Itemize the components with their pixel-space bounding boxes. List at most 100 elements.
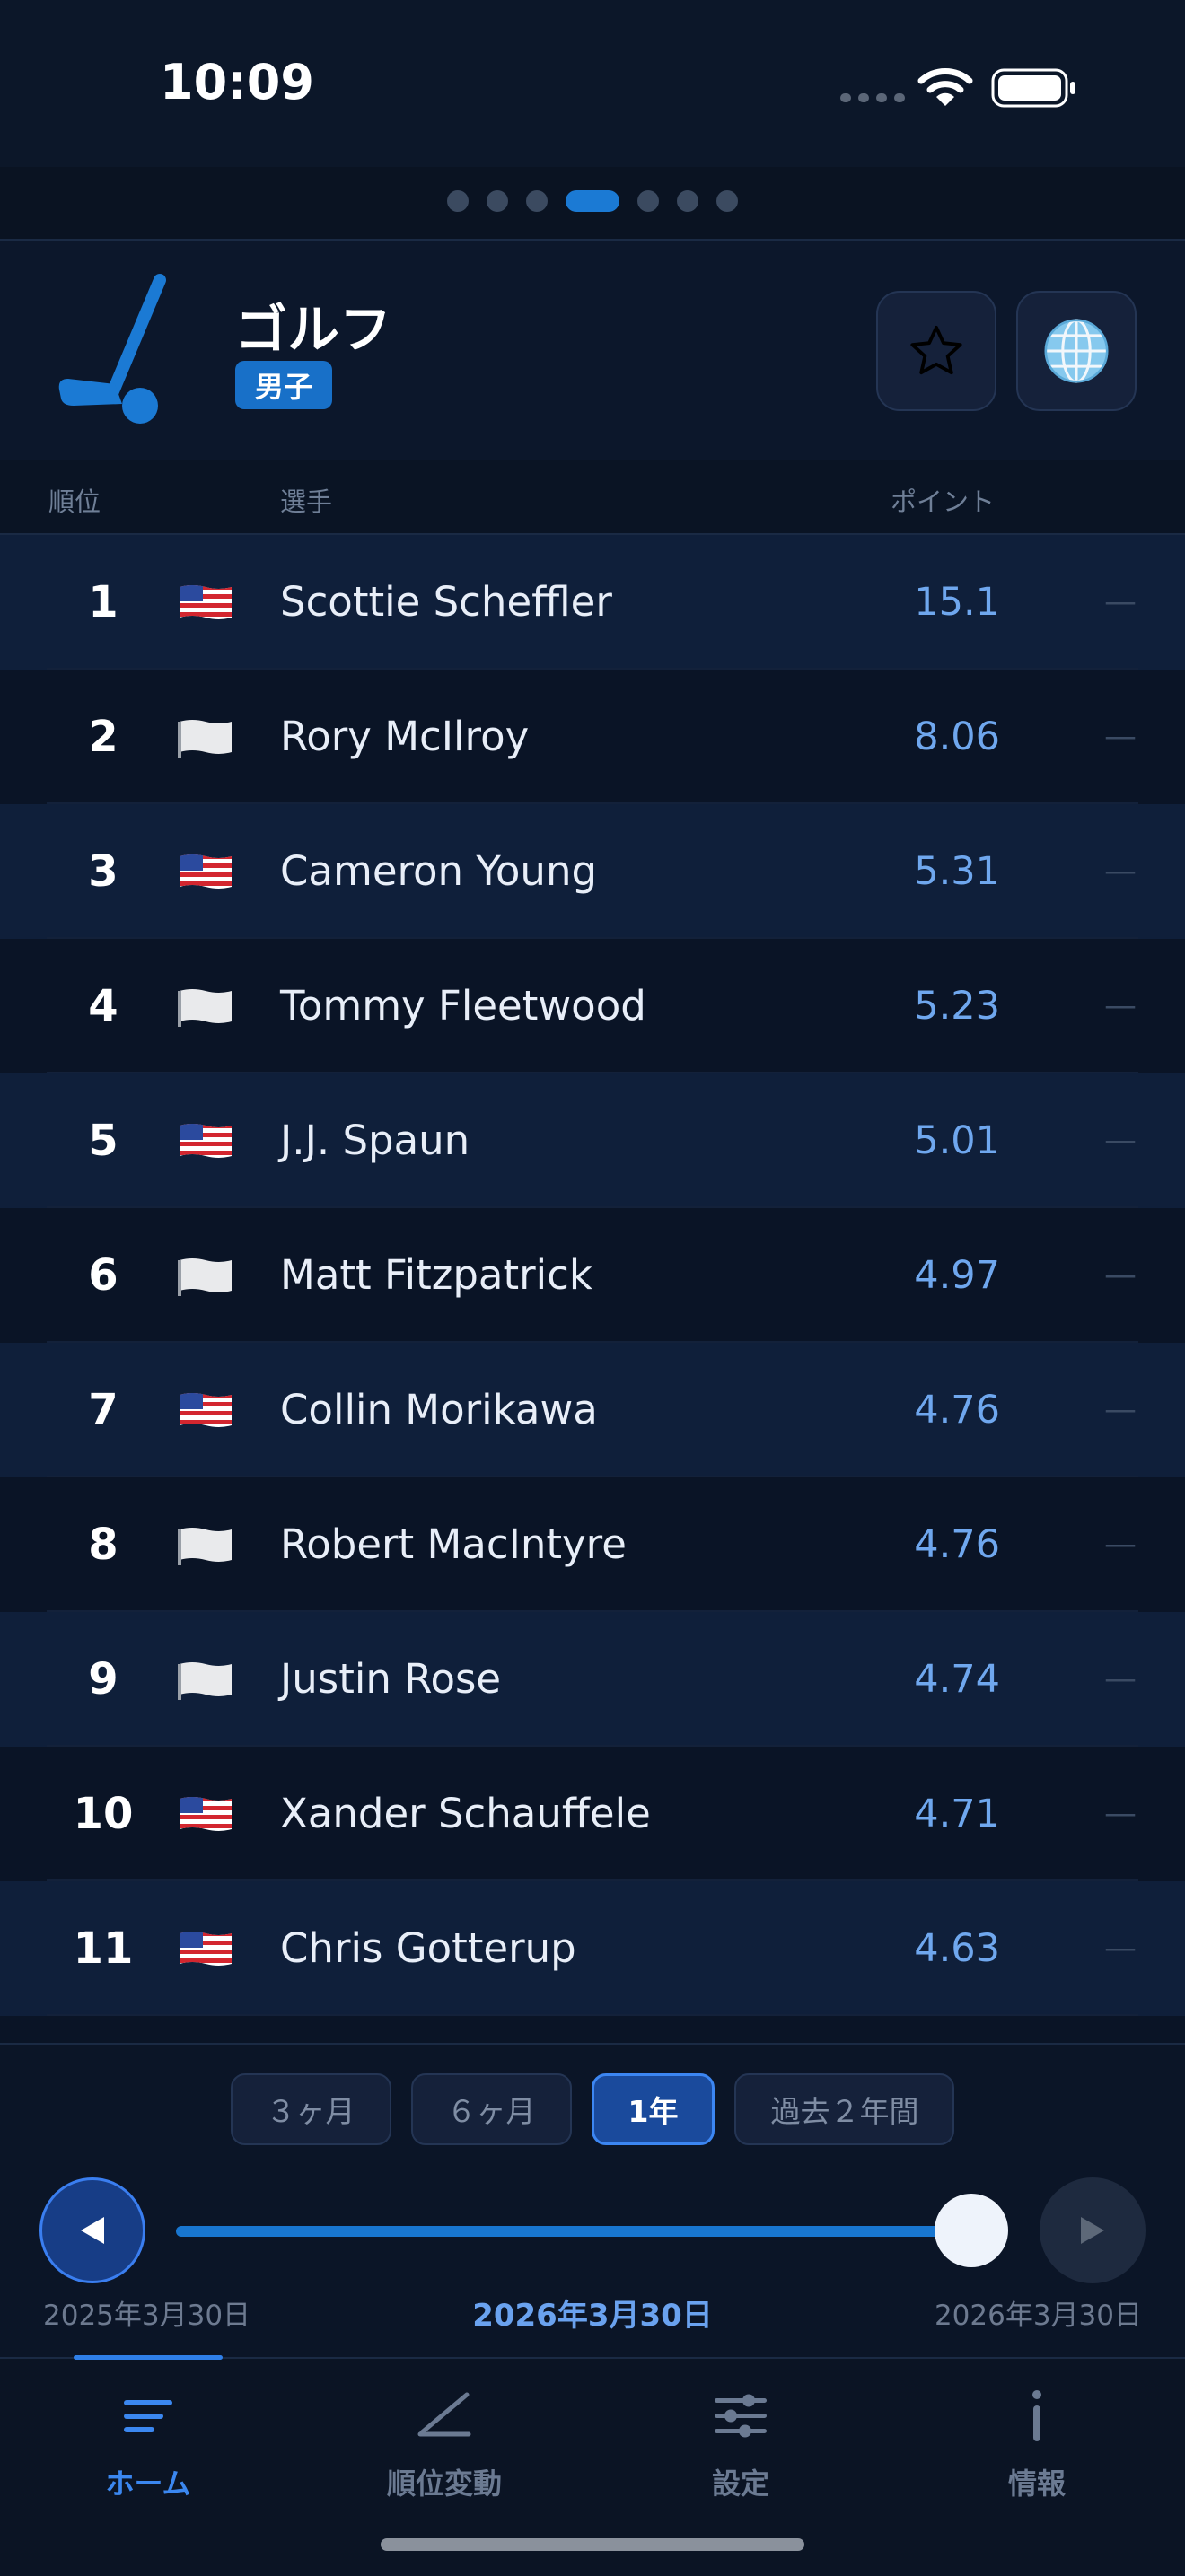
table-row[interactable]: 10 Xander Schauffele 4.71 —	[0, 1747, 1185, 1881]
rank-change: —	[1104, 1795, 1137, 1832]
tab-info[interactable]: 情報	[889, 2388, 1185, 2501]
player-name: Cameron Young	[280, 847, 598, 895]
us-flag-icon	[176, 1793, 235, 1835]
row-divider	[47, 2014, 1138, 2016]
category-badge: 男子	[235, 361, 333, 409]
table-row[interactable]: 4 Tommy Fleetwood 5.23 —	[0, 939, 1185, 1073]
wifi-icon	[917, 68, 973, 106]
player-points: 5.01	[914, 1118, 1000, 1163]
table-row[interactable]: 2 Rory McIlroy 8.06 —	[0, 670, 1185, 804]
next-date-button[interactable]	[1040, 2177, 1146, 2283]
previous-date-button[interactable]	[40, 2177, 145, 2283]
page-indicator[interactable]	[0, 190, 1185, 212]
status-time: 10:09	[160, 54, 314, 110]
player-name: Matt Fitzpatrick	[280, 1251, 592, 1299]
play-right-icon	[1081, 2217, 1104, 2244]
sliders-icon	[715, 2394, 767, 2438]
column-player: 選手	[280, 486, 333, 517]
cellular-signal-icon	[840, 93, 905, 102]
column-points: ポイント	[891, 486, 996, 517]
page-dot[interactable]	[677, 190, 698, 212]
info-icon	[1032, 2390, 1041, 2441]
favorite-button[interactable]	[876, 291, 996, 411]
player-points: 4.71	[914, 1792, 1000, 1836]
date-slider-thumb[interactable]	[935, 2194, 1008, 2267]
rank-number: 8	[88, 1520, 118, 1570]
page-dot[interactable]	[487, 190, 508, 212]
white-flag-icon	[176, 1524, 235, 1565]
player-name: Chris Gotterup	[280, 1924, 576, 1972]
period-option[interactable]: 1年	[591, 2073, 715, 2145]
tab-label: 設定	[711, 2466, 769, 2501]
player-name: Tommy Fleetwood	[280, 982, 646, 1030]
player-points: 5.23	[914, 984, 1000, 1029]
white-flag-icon	[176, 1659, 235, 1700]
rank-number: 7	[88, 1385, 118, 1435]
white-flag-icon	[176, 1255, 235, 1296]
globe-icon	[1044, 319, 1109, 383]
rank-number: 9	[88, 1654, 118, 1704]
period-option[interactable]: 過去２年間	[734, 2073, 955, 2145]
player-points: 15.1	[914, 580, 1000, 625]
player-name: Rory McIlroy	[280, 713, 530, 760]
table-row[interactable]: 11 Chris Gotterup 4.63 —	[0, 1881, 1185, 2016]
table-header: 順位 選手 ポイント	[0, 460, 1185, 535]
battery-icon	[991, 68, 1075, 108]
rank-change: —	[1104, 1660, 1137, 1697]
ranking-list: 1 Scottie Scheffler 15.1 — 2 Rory McIlroy 8.06…	[0, 535, 1185, 2016]
table-row[interactable]: 5 J.J. Spaun 5.01 —	[0, 1073, 1185, 1208]
column-rank: 順位	[48, 486, 101, 517]
player-name: Xander Schauffele	[280, 1790, 651, 1837]
table-row[interactable]: 9 Justin Rose 4.74 —	[0, 1612, 1185, 1747]
rank-change: —	[1104, 583, 1137, 620]
home-lines-icon	[124, 2400, 172, 2432]
rank-change: —	[1104, 1122, 1137, 1159]
page-dot-active[interactable]	[566, 190, 619, 212]
region-button[interactable]	[1016, 291, 1137, 411]
us-flag-icon	[176, 1120, 235, 1161]
table-row[interactable]: 1 Scottie Scheffler 15.1 —	[0, 535, 1185, 670]
period-option[interactable]: ６ヶ月	[410, 2073, 572, 2145]
player-points: 5.31	[914, 849, 1000, 894]
date-slider-track[interactable]	[176, 2226, 975, 2237]
page-dot[interactable]	[526, 190, 548, 212]
rank-number: 11	[73, 1923, 134, 1974]
us-flag-icon	[176, 1389, 235, 1431]
white-flag-icon	[176, 716, 235, 758]
rank-change: —	[1104, 853, 1137, 889]
rank-number: 2	[88, 712, 118, 762]
player-points: 8.06	[914, 714, 1000, 759]
player-points: 4.74	[914, 1657, 1000, 1702]
rank-change: —	[1104, 987, 1137, 1024]
rank-number: 1	[88, 577, 118, 627]
us-flag-icon	[176, 1928, 235, 1969]
page-dot[interactable]	[716, 190, 738, 212]
rank-change: —	[1104, 1930, 1137, 1967]
table-row[interactable]: 3 Cameron Young 5.31 —	[0, 804, 1185, 939]
status-bar: 10:09	[0, 0, 1185, 167]
us-flag-icon	[176, 851, 235, 892]
player-name: Robert MacIntyre	[280, 1520, 627, 1568]
table-row[interactable]: 8 Robert MacIntyre 4.76 —	[0, 1477, 1185, 1612]
home-indicator	[381, 2538, 804, 2551]
us-flag-icon	[176, 582, 235, 623]
tab-settings[interactable]: 設定	[592, 2388, 889, 2501]
player-name: J.J. Spaun	[280, 1117, 470, 1164]
rank-number: 4	[88, 981, 118, 1031]
period-option[interactable]: ３ヶ月	[230, 2073, 391, 2145]
end-date-label: 2026年3月30日	[934, 2300, 1142, 2332]
rank-change: —	[1104, 718, 1137, 755]
table-row[interactable]: 7 Collin Morikawa 4.76 —	[0, 1343, 1185, 1477]
player-name: Collin Morikawa	[280, 1386, 598, 1433]
rank-number: 10	[73, 1789, 134, 1839]
table-row[interactable]: 6 Matt Fitzpatrick 4.97 —	[0, 1208, 1185, 1343]
play-left-icon	[81, 2217, 104, 2244]
rank-change: —	[1104, 1526, 1137, 1563]
rank-number: 5	[88, 1116, 118, 1166]
tab-home[interactable]: ホーム	[0, 2388, 296, 2501]
tab-ranking-change[interactable]: 順位変動	[296, 2388, 592, 2501]
tab-label: 情報	[1007, 2466, 1066, 2501]
page-dot[interactable]	[447, 190, 469, 212]
sport-header: ゴルフ 男子	[0, 239, 1185, 461]
page-dot[interactable]	[637, 190, 659, 212]
